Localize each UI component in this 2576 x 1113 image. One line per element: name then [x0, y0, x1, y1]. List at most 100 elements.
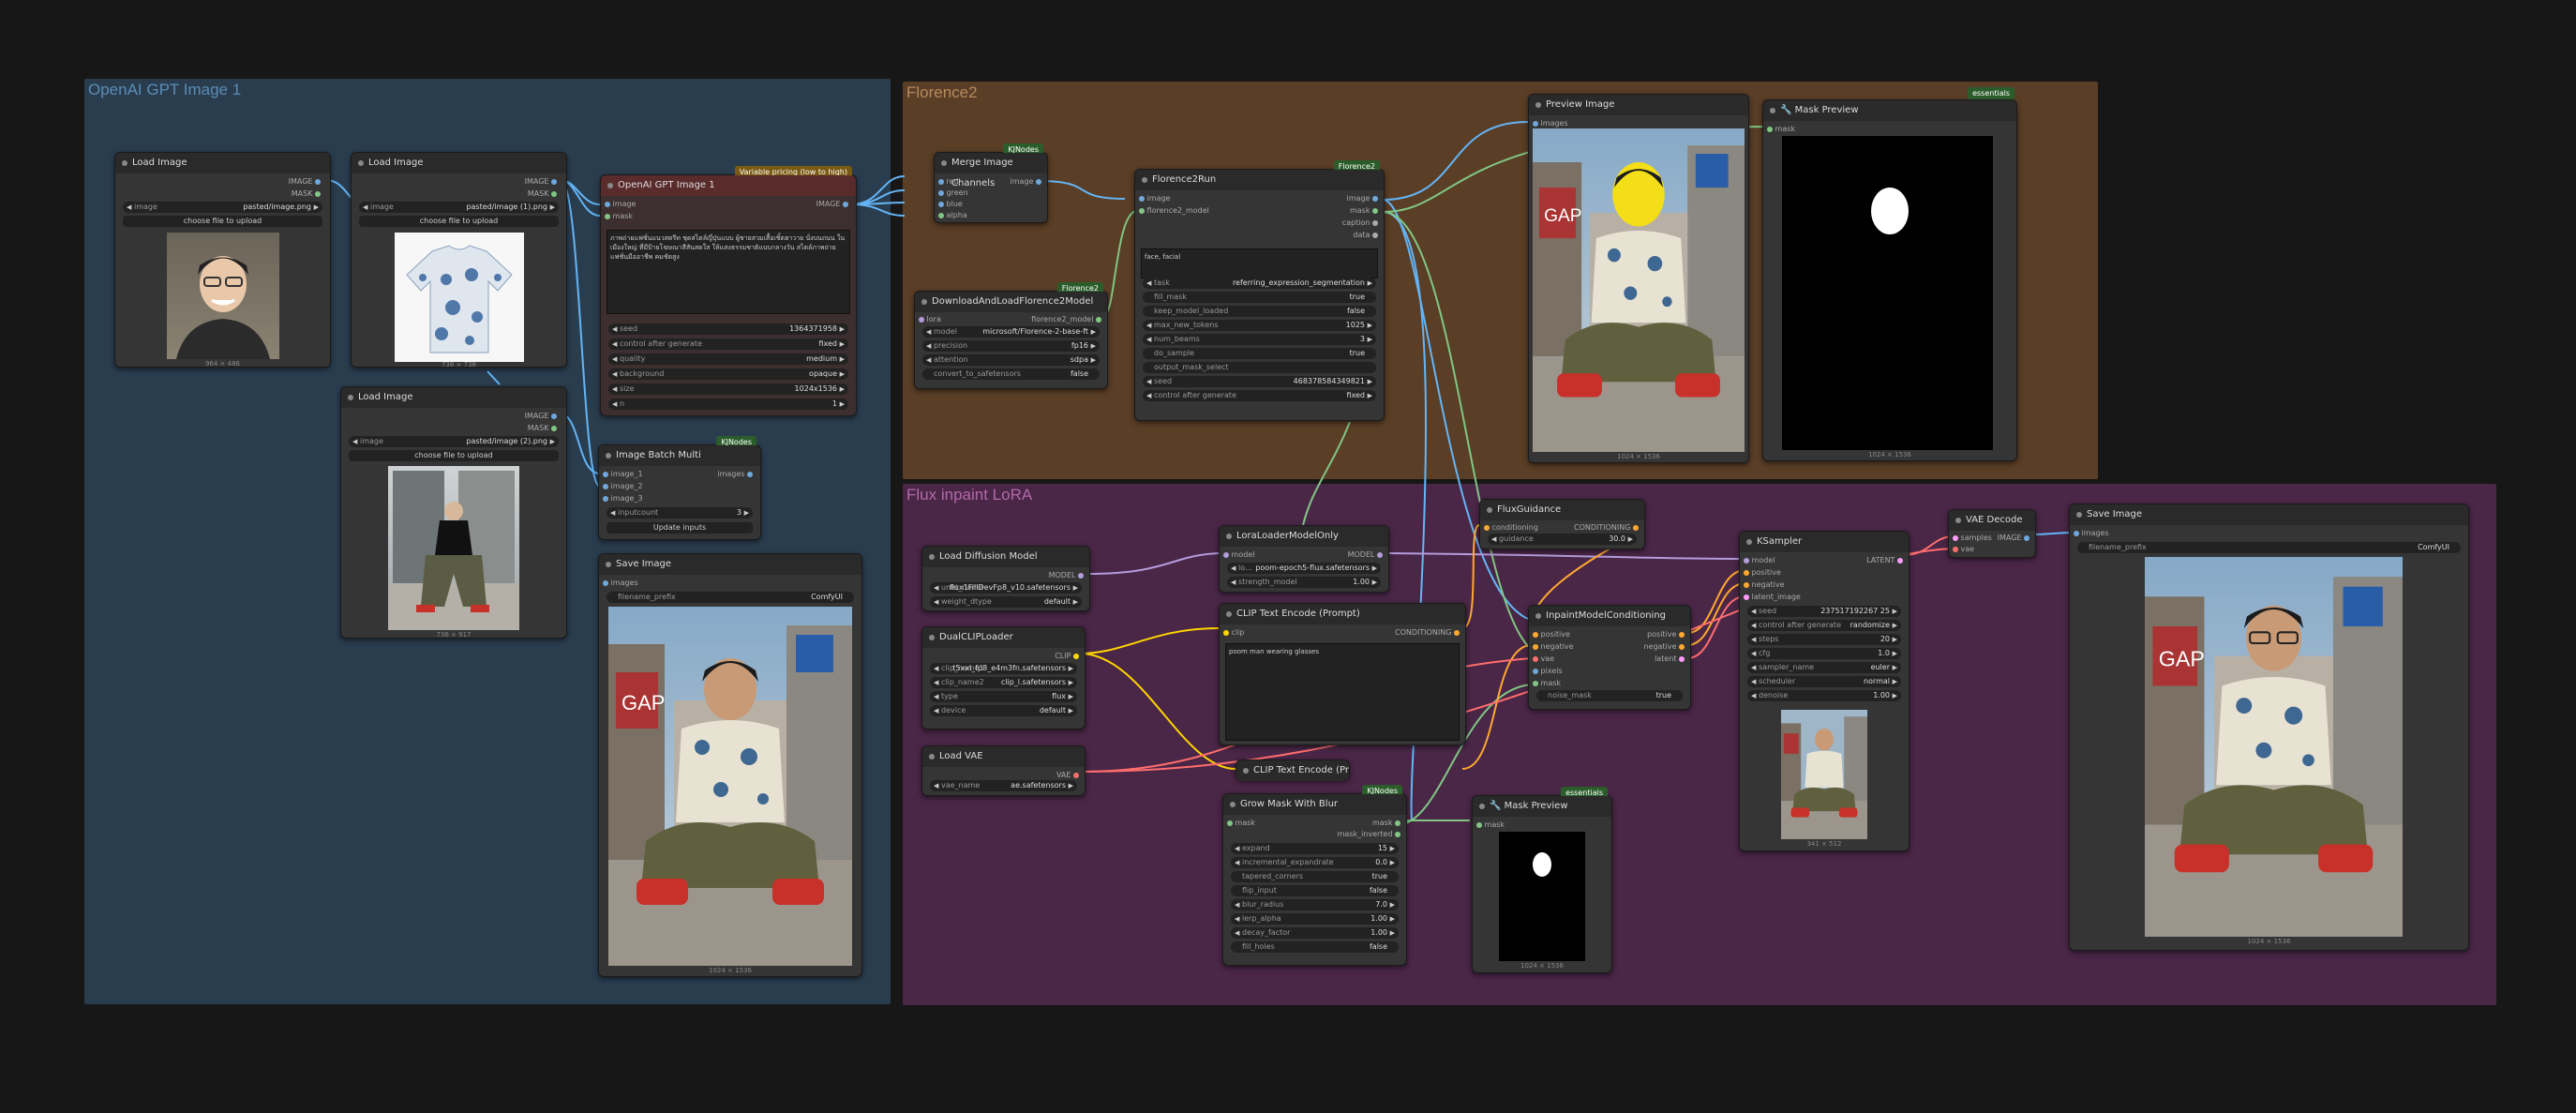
precision-widget[interactable]: ◀ precision fp16 ▶ [922, 340, 1100, 352]
fill-holes-toggle[interactable]: fill_holes false [1231, 941, 1399, 953]
output-negative[interactable]: negative [1643, 642, 1685, 652]
node-header[interactable]: Load Diffusion Model [922, 547, 1089, 567]
output-vae[interactable]: VAE [1056, 771, 1079, 780]
input-blue[interactable]: blue [938, 200, 963, 209]
sampler-name-widget[interactable]: ◀ sampler_name euler ▶ [1747, 662, 1901, 673]
text-input[interactable]: face, facial [1141, 248, 1378, 278]
output-mask[interactable]: MASK [528, 189, 557, 199]
steps-widget[interactable]: ◀ steps 20 ▶ [1747, 634, 1901, 645]
input-vae[interactable]: vae [1533, 654, 1554, 664]
output-mask[interactable]: mask [1350, 206, 1378, 216]
task-widget[interactable]: ◀ task referring_expression_segmentation ▶ [1143, 278, 1376, 289]
seed-widget[interactable]: ◀ seed 468378584349821 ▶ [1143, 376, 1376, 387]
input-image[interactable]: image [1139, 194, 1170, 203]
clip-name2-widget[interactable]: ◀ clip_name2 clip_l.safetensors ▶ [930, 677, 1077, 688]
node-save-image-2[interactable]: Save Image images filename_prefix ComfyUI… [2069, 504, 2469, 951]
node-header[interactable]: Save Image [599, 554, 861, 575]
image-select[interactable]: ◀ image pasted/image.png ▶ [123, 202, 322, 213]
collapse-dot[interactable] [1243, 768, 1249, 774]
node-flux-guidance[interactable]: FluxGuidance conditioning CONDITIONING ◀… [1479, 499, 1645, 549]
clip-name1-widget[interactable]: ◀ clip_name1 t5xxl_fp8_e4m3fn.safetensors ▶ [930, 663, 1077, 674]
output-conditioning[interactable]: CONDITIONING [1395, 628, 1460, 638]
output-model[interactable]: MODEL [1348, 550, 1383, 560]
lerp-alpha-widget[interactable]: ◀ lerp_alpha 1.00 ▶ [1231, 913, 1399, 925]
node-header[interactable]: LoraLoaderModelOnly [1220, 526, 1388, 547]
node-download-load-florence2[interactable]: Florence2 DownloadAndLoadFlorence2Model … [914, 282, 1108, 389]
attention-widget[interactable]: ◀ attention sdpa ▶ [922, 354, 1100, 366]
input-mask[interactable]: mask [605, 212, 633, 221]
collapse-dot[interactable] [1487, 507, 1492, 513]
collapse-dot[interactable] [1479, 804, 1485, 809]
input-clip[interactable]: clip [1223, 628, 1244, 638]
output-florence2-model[interactable]: florence2_model [1031, 315, 1101, 324]
collapse-dot[interactable] [1226, 534, 1232, 539]
collapse-dot[interactable] [929, 554, 935, 560]
output-image[interactable]: image [1011, 177, 1041, 187]
cfg-widget[interactable]: ◀ cfg 1.0 ▶ [1747, 648, 1901, 659]
collapse-dot[interactable] [607, 183, 613, 188]
node-header[interactable]: Florence2Run [1135, 170, 1384, 190]
node-header[interactable]: KSampler [1740, 532, 1909, 552]
node-load-image-3[interactable]: Load Image IMAGE MASK ◀ image pasted/image… [340, 386, 567, 639]
node-header[interactable]: DualCLIPLoader [922, 627, 1085, 648]
seed-widget[interactable]: ◀ seed 237517192267 25 ▶ [1747, 606, 1901, 617]
node-mask-preview-2[interactable]: essentials 🔧 Mask Preview mask 1024 × 15… [1472, 787, 1612, 973]
node-header[interactable]: DownloadAndLoadFlorence2Model [915, 292, 1107, 312]
node-header[interactable]: Load Image [352, 153, 566, 173]
convert-safetensors-toggle[interactable]: convert_to_safetensors false [922, 368, 1100, 380]
node-header[interactable]: InpaintModelConditioning [1529, 606, 1690, 626]
input-model[interactable]: model [1223, 550, 1254, 560]
scheduler-widget[interactable]: ◀ scheduler normal ▶ [1747, 676, 1901, 687]
output-latent[interactable]: LATENT [1866, 556, 1903, 565]
collapse-dot[interactable] [358, 160, 364, 166]
node-header[interactable]: VAE Decode [1949, 510, 2035, 531]
n-widget[interactable]: ◀ n 1 ▶ [608, 399, 848, 410]
input-model[interactable]: model [1744, 556, 1775, 565]
output-image[interactable]: image [1347, 194, 1378, 203]
expand-widget[interactable]: ◀ expand 15 ▶ [1231, 843, 1399, 854]
collapse-dot[interactable] [1746, 539, 1752, 545]
output-image[interactable]: IMAGE [289, 177, 321, 187]
collapse-dot[interactable] [1535, 613, 1541, 619]
control-after-generate-widget[interactable]: ◀ control after generate fixed ▶ [1143, 390, 1376, 401]
output-conditioning[interactable]: CONDITIONING [1574, 523, 1639, 533]
node-mask-preview-1[interactable]: essentials 🔧 Mask Preview mask 1024 × 15… [1762, 87, 2017, 461]
node-florence2-run[interactable]: Florence2 Florence2Run image florence2_m… [1134, 160, 1385, 421]
input-positive[interactable]: positive [1744, 568, 1781, 578]
output-image[interactable]: IMAGE [1998, 534, 2029, 543]
output-images[interactable]: images [717, 470, 753, 479]
output-latent[interactable]: latent [1655, 654, 1685, 664]
background-widget[interactable]: ◀ background opaque ▶ [608, 368, 848, 380]
collapse-dot[interactable] [1226, 611, 1232, 617]
upload-button[interactable]: choose file to upload [359, 216, 559, 227]
collapse-dot[interactable] [1955, 518, 1961, 523]
node-header[interactable]: Image Batch Multi [599, 445, 760, 466]
input-samples[interactable]: samples [1953, 534, 1992, 543]
seed-widget[interactable]: ◀ seed 1364371958 ▶ [608, 323, 848, 335]
node-vae-decode[interactable]: VAE Decode samples vae IMAGE [1948, 509, 2036, 558]
input-images[interactable]: images [2074, 529, 2109, 538]
vae-name-widget[interactable]: ◀ vae_name ae.safetensors ▶ [930, 780, 1077, 791]
input-mask[interactable]: mask [1227, 819, 1255, 828]
input-florence2-model[interactable]: florence2_model [1139, 206, 1209, 216]
upload-button[interactable]: choose file to upload [349, 450, 559, 461]
denoise-widget[interactable]: ◀ denoise 1.00 ▶ [1747, 690, 1901, 701]
flip-input-toggle[interactable]: flip_input false [1231, 885, 1399, 896]
node-clip-text-encode-collapsed[interactable]: CLIP Text Encode (Pr [1236, 760, 1350, 781]
node-load-vae[interactable]: Load VAE VAE ◀ vae_name ae.safetensors ▶ [921, 745, 1086, 796]
node-header[interactable]: 🔧 Mask Preview [1763, 100, 2016, 121]
input-image[interactable]: image [605, 200, 636, 209]
prompt-textarea[interactable]: ภาพถ่ายแฟชั่นแนวสตรีท ชุดสไตล์ญี่ปุ่นแบบ… [607, 230, 850, 314]
node-header[interactable]: Load Image [115, 153, 330, 173]
input-mask[interactable]: mask [1476, 820, 1505, 830]
collapse-dot[interactable] [1142, 177, 1147, 183]
tapered-corners-toggle[interactable]: tapered_corners true [1231, 871, 1399, 882]
max-new-tokens-widget[interactable]: ◀ max_new_tokens 1025 ▶ [1143, 320, 1376, 331]
node-inpaint-model-conditioning[interactable]: InpaintModelConditioning positive negati… [1528, 605, 1691, 710]
input-red[interactable]: red [938, 177, 959, 187]
incremental-expandrate-widget[interactable]: ◀ incremental_expandrate 0.0 ▶ [1231, 857, 1399, 868]
node-header[interactable]: Save Image [2070, 504, 2468, 525]
input-green[interactable]: green [938, 188, 968, 198]
control-after-generate-widget[interactable]: ◀ control after generate randomize ▶ [1747, 620, 1901, 631]
output-data[interactable]: data [1353, 231, 1378, 240]
